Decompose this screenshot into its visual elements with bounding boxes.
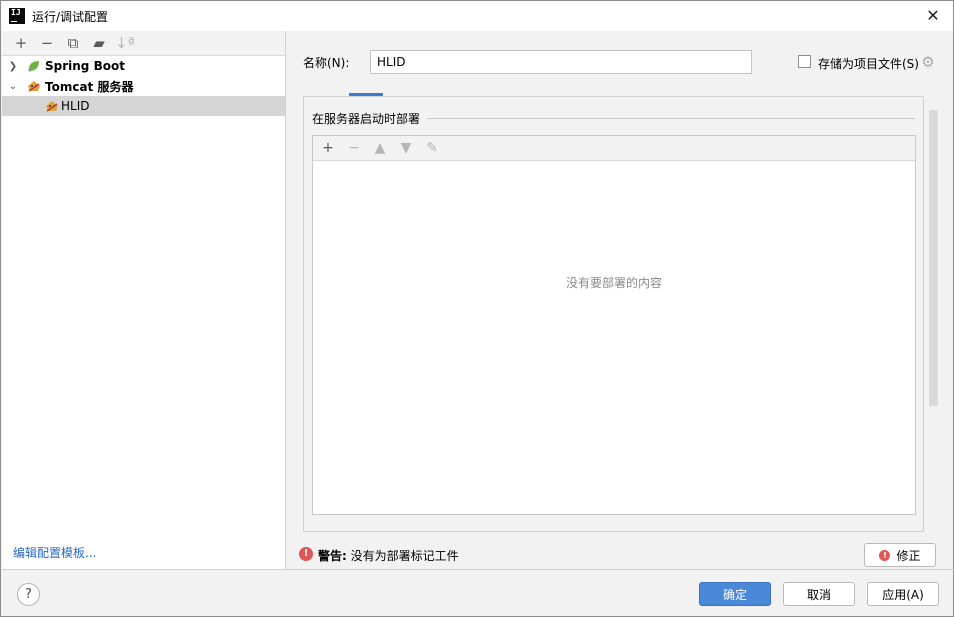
warning-text: 没有为部署标记工件 <box>346 549 459 563</box>
copy-config-icon[interactable]: ⧉ <box>60 32 86 54</box>
section-divider <box>427 118 915 119</box>
intellij-app-icon: IJ <box>9 8 25 24</box>
tree-label-tomcat: Tomcat 服务器 <box>45 79 134 94</box>
add-artifact-icon[interactable]: + <box>315 137 341 159</box>
edit-icon[interactable]: ✎ <box>419 137 445 159</box>
tree-item-hlid[interactable]: HLID <box>2 96 285 116</box>
deploy-list: + − ▲ ▼ ✎ 没有要部署的内容 <box>312 135 916 515</box>
run-debug-config-dialog: IJ 运行/调试配置 ✕ + − ⧉ ▰ ↓ª ❯ Spring Boot ⌄ <box>0 0 954 617</box>
tomcat-icon <box>28 81 40 92</box>
spring-boot-icon <box>28 61 39 72</box>
warning-prefix: 警告: <box>318 549 347 563</box>
tree-label-spring-boot: Spring Boot <box>45 59 125 73</box>
error-icon: ! <box>299 547 313 561</box>
tree-item-spring-boot[interactable]: ❯ Spring Boot <box>2 56 285 76</box>
store-as-project-file-label[interactable]: 存储为项目文件(S) <box>818 55 919 72</box>
edit-templates-link[interactable]: 编辑配置模板... <box>13 544 96 561</box>
apply-button[interactable]: 应用(A) <box>867 582 939 606</box>
title-bar: IJ 运行/调试配置 ✕ <box>1 1 953 31</box>
gear-icon[interactable]: ⚙ <box>920 54 936 70</box>
fix-button-label: 修正 <box>896 548 921 563</box>
cancel-button[interactable]: 取消 <box>783 582 855 606</box>
add-config-icon[interactable]: + <box>8 32 34 54</box>
close-icon[interactable]: ✕ <box>923 6 943 26</box>
chevron-down-icon[interactable]: ⌄ <box>7 81 19 92</box>
app-icon-text: IJ <box>11 8 21 17</box>
config-tree-panel: + − ⧉ ▰ ↓ª ❯ Spring Boot ⌄ Tomcat 服务器 HL… <box>2 31 286 569</box>
store-as-project-file-checkbox[interactable] <box>798 55 811 68</box>
remove-artifact-icon[interactable]: − <box>341 137 367 159</box>
chevron-right-icon[interactable]: ❯ <box>7 61 19 72</box>
warning-message: 警告: 没有为部署标记工件 <box>318 547 459 564</box>
deploy-section-title: 在服务器启动时部署 <box>312 112 421 126</box>
window-title: 运行/调试配置 <box>32 10 109 24</box>
tree-item-tomcat[interactable]: ⌄ Tomcat 服务器 <box>2 76 285 96</box>
fix-button[interactable]: ! 修正 <box>864 543 936 567</box>
move-up-icon[interactable]: ▲ <box>367 137 393 159</box>
config-tree: ❯ Spring Boot ⌄ Tomcat 服务器 HLID <box>2 56 285 116</box>
fix-bulb-icon: ! <box>879 549 891 561</box>
empty-deploy-text: 没有要部署的内容 <box>565 276 662 290</box>
new-folder-icon[interactable]: ▰ <box>86 32 112 54</box>
ok-button[interactable]: 确定 <box>699 582 771 606</box>
move-down-icon[interactable]: ▼ <box>393 137 419 159</box>
deploy-toolbar: + − ▲ ▼ ✎ <box>313 136 915 161</box>
tree-label-hlid: HLID <box>61 99 90 113</box>
config-toolbar: + − ⧉ ▰ ↓ª <box>2 31 285 56</box>
tomcat-config-icon <box>46 101 58 112</box>
scrollbar-thumb[interactable] <box>929 110 938 406</box>
sort-icon[interactable]: ↓ª <box>112 32 138 54</box>
help-button[interactable]: ? <box>17 583 40 606</box>
remove-config-icon[interactable]: − <box>34 32 60 54</box>
name-input[interactable] <box>370 50 752 74</box>
bottom-divider <box>2 569 954 570</box>
name-label: 名称(N): <box>303 56 350 70</box>
